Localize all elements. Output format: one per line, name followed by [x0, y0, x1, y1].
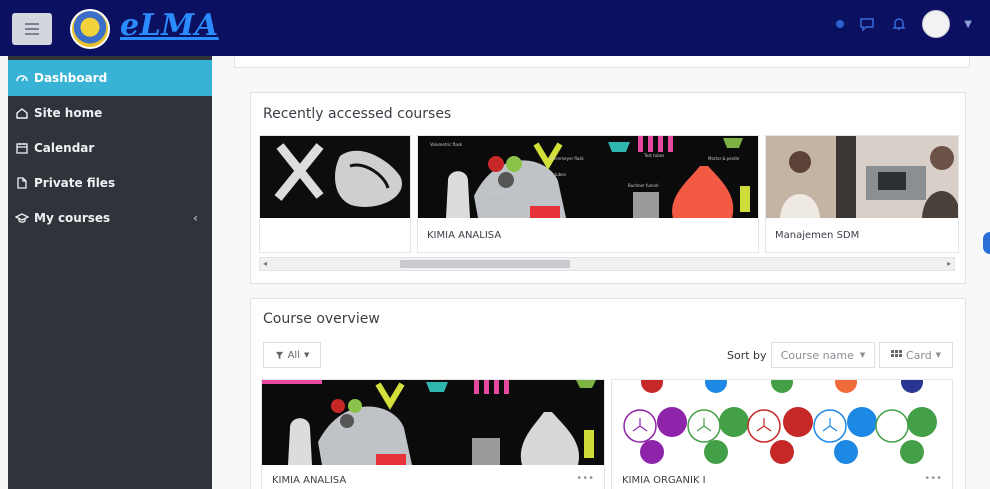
sidebar-item-label: My courses	[34, 211, 111, 225]
sidebar-item-label: Calendar	[34, 141, 95, 155]
gauge-icon	[14, 70, 30, 86]
recent-courses-card: Recently accessed courses Volumetric fla…	[250, 92, 966, 284]
chevron-left-icon[interactable]: ‹	[193, 211, 198, 225]
svg-text:Buchner funnel: Buchner funnel	[628, 183, 659, 188]
sort-by-dropdown[interactable]: Course name ▼	[771, 342, 875, 368]
app-root: eLMA ▼ Dashboard Site home Calendar Priv…	[0, 0, 990, 489]
drawer-toggle-handle[interactable]	[983, 232, 990, 254]
sidebar-item-dashboard[interactable]: Dashboard	[8, 60, 212, 96]
recent-course-card-1[interactable]	[259, 135, 411, 253]
svg-text:Petri dishes: Petri dishes	[484, 190, 507, 195]
course-image	[612, 380, 952, 465]
sidebar-item-calendar[interactable]: Calendar	[8, 130, 212, 166]
sidebar-item-label: Private files	[34, 176, 116, 190]
overview-course-card-kimia-organik[interactable]: KIMIA ORGANIK I •••	[611, 379, 953, 489]
svg-text:Erlenmeyer flask: Erlenmeyer flask	[550, 156, 584, 161]
sidebar-nav: Dashboard Site home Calendar Private fil…	[8, 56, 212, 489]
notification-dot-icon	[836, 20, 845, 28]
course-overview-card: Course overview All ▼ Sort by Course nam…	[250, 298, 966, 489]
sidebar-item-private-files[interactable]: Private files	[8, 165, 212, 201]
site-logo[interactable]: eLMA	[120, 8, 219, 43]
recent-course-card-manajemen-sdm[interactable]: Manajemen SDM	[765, 135, 959, 253]
home-icon	[14, 105, 30, 121]
caret-down-icon: ▼	[935, 351, 942, 359]
menu-toggle-button[interactable]	[12, 13, 52, 45]
nav-icons: ▼	[836, 10, 972, 38]
course-filter-dropdown[interactable]: All ▼	[263, 342, 321, 368]
sidebar-item-site-home[interactable]: Site home	[8, 95, 212, 131]
course-menu-button[interactable]: •••	[576, 473, 594, 484]
svg-text:Test tubes: Test tubes	[643, 153, 664, 158]
recent-courses-scrollbar[interactable]: ◂ ▸	[259, 257, 955, 271]
top-navbar: eLMA ▼	[0, 0, 990, 56]
course-menu-button[interactable]: •••	[924, 473, 942, 484]
svg-text:Mortar & pestle: Mortar & pestle	[708, 156, 740, 161]
course-image	[262, 380, 604, 465]
sort-by-label: Sort by	[727, 349, 767, 362]
user-avatar[interactable]	[922, 10, 951, 38]
sidebar-item-label: Dashboard	[34, 71, 108, 85]
course-image	[260, 136, 410, 218]
logo-emblem	[70, 9, 110, 49]
sidebar-item-my-courses[interactable]: My courses ‹	[8, 200, 212, 236]
bell-icon[interactable]	[890, 15, 908, 33]
course-image: Volumetric flask Thistle tubes Erlenmeye…	[418, 136, 758, 218]
chat-bubble-icon[interactable]	[858, 15, 876, 33]
scroll-right-arrow-icon[interactable]: ▸	[947, 259, 951, 268]
course-overview-title: Course overview	[263, 311, 380, 327]
grid-icon	[890, 350, 902, 357]
svg-text:Thistle tubes: Thistle tubes	[539, 172, 566, 177]
caret-down-icon: ▼	[859, 351, 866, 359]
svg-text:Volumetric flask: Volumetric flask	[430, 142, 463, 147]
page-header-strip	[234, 56, 970, 68]
scroll-left-arrow-icon[interactable]: ◂	[263, 259, 267, 268]
graduation-cap-icon	[14, 210, 30, 226]
recent-course-card-kimia-analisa[interactable]: Volumetric flask Thistle tubes Erlenmeye…	[417, 135, 759, 253]
chevron-down-icon[interactable]: ▼	[964, 19, 972, 30]
main-content: Recently accessed courses Volumetric fla…	[212, 56, 990, 489]
course-image	[766, 136, 958, 218]
view-mode-dropdown[interactable]: Card ▼	[879, 342, 953, 368]
recent-courses-title: Recently accessed courses	[263, 106, 452, 122]
overview-course-card-kimia-analisa[interactable]: KIMIA ANALISA •••	[261, 379, 605, 489]
calendar-icon	[14, 140, 30, 156]
caret-down-icon: ▼	[304, 351, 310, 359]
sidebar-item-label: Site home	[34, 106, 103, 120]
scrollbar-thumb[interactable]	[400, 260, 570, 268]
filter-icon	[275, 351, 283, 359]
file-icon	[14, 175, 30, 191]
menu-icon	[25, 23, 39, 25]
